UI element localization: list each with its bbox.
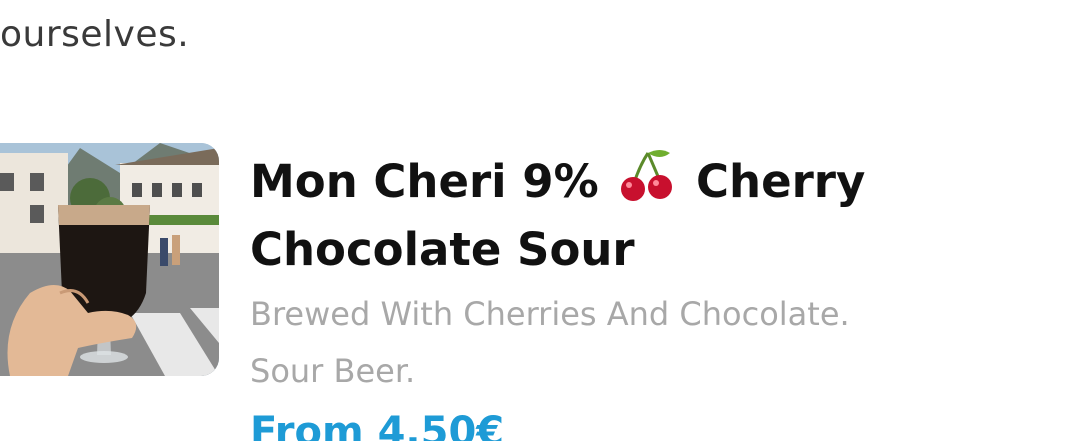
product-description-line2: Sour Beer. [250, 352, 416, 390]
product-info: Mon Cheri 9% Cherry Chocolate Sour Brewe… [250, 143, 1050, 441]
page: ourselves. Mon Cheri 9% Cherry Chocolate… [0, 0, 1080, 441]
beer-photo [0, 143, 219, 376]
intro-text: ourselves. [0, 14, 190, 55]
product-image[interactable] [0, 143, 219, 376]
product-title-part1: Mon Cheri 9% [250, 155, 599, 208]
product-title[interactable]: Mon Cheri 9% Cherry Chocolate Sour [250, 147, 1050, 284]
product-description: Brewed With Cherries And Chocolate. Sour… [250, 286, 1050, 400]
product-title-part2: Cherry [696, 155, 866, 208]
product-title-line2: Chocolate Sour [250, 223, 635, 276]
product-description-line1: Brewed With Cherries And Chocolate. [250, 295, 850, 333]
cherries-icon [621, 150, 673, 201]
product-card[interactable]: Mon Cheri 9% Cherry Chocolate Sour Brewe… [0, 143, 1080, 441]
product-price: From 4,50€ [250, 409, 505, 441]
